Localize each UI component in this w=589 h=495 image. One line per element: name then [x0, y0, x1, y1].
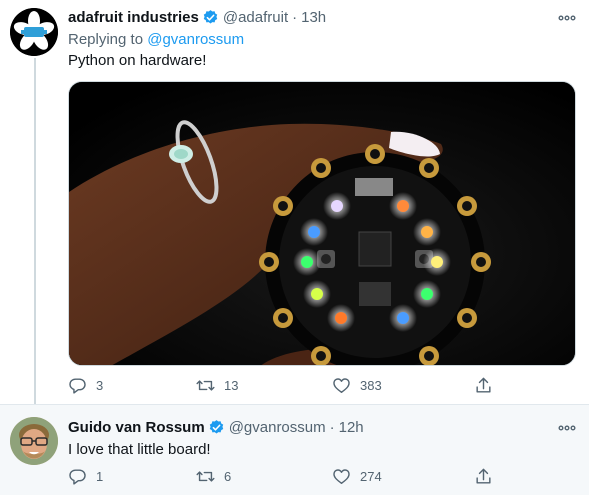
reply-button[interactable]: 1	[68, 467, 103, 486]
tweet-actions: 1 6 274	[68, 467, 491, 487]
more-options-icon[interactable]	[558, 419, 576, 437]
timestamp[interactable]: 13h	[301, 9, 326, 26]
share-icon	[476, 377, 491, 393]
heart-icon	[333, 469, 350, 484]
tweet-adafruit[interactable]: adafruit industries @adafruit · 13h Repl…	[0, 0, 589, 404]
replying-to-line: Replying to @gvanrossum	[68, 31, 244, 48]
tweet-text: I love that little board!	[68, 441, 211, 458]
like-count: 274	[360, 469, 382, 484]
like-button[interactable]: 383	[332, 376, 382, 395]
tweet-header: adafruit industries @adafruit · 13h	[68, 9, 326, 26]
replying-to-mention-link[interactable]: @gvanrossum	[147, 31, 244, 48]
reply-count: 3	[96, 378, 104, 393]
retweet-icon	[196, 471, 215, 482]
adafruit-avatar[interactable]	[10, 8, 58, 56]
separator-dot: ·	[329, 419, 335, 436]
tweet-text: Python on hardware!	[68, 52, 207, 69]
heart-icon	[333, 378, 350, 393]
more-options-icon[interactable]	[558, 9, 576, 27]
gvanrossum-avatar[interactable]	[10, 417, 58, 465]
verified-badge-icon	[203, 10, 218, 24]
timestamp[interactable]: 12h	[339, 419, 364, 436]
retweet-button[interactable]: 13	[196, 376, 238, 395]
verified-badge-icon	[209, 420, 223, 434]
share-icon	[476, 468, 491, 484]
share-button[interactable]	[474, 467, 502, 486]
separator-dot: ·	[292, 9, 298, 26]
user-handle[interactable]: @gvanrossum	[229, 419, 326, 436]
retweet-icon	[196, 380, 215, 391]
reply-button[interactable]: 3	[68, 376, 103, 395]
display-name[interactable]: adafruit industries	[68, 9, 199, 26]
like-button[interactable]: 274	[332, 467, 382, 486]
tweet-media-image[interactable]	[68, 81, 576, 366]
replying-to-label: Replying to	[68, 31, 148, 48]
user-handle[interactable]: @adafruit	[223, 9, 288, 26]
tweet-actions: 3 13 383	[68, 376, 491, 396]
retweet-count: 6	[224, 469, 232, 484]
like-count: 383	[360, 378, 382, 393]
share-button[interactable]	[474, 376, 502, 395]
display-name[interactable]: Guido van Rossum	[68, 419, 205, 436]
tweet-gvanrossum[interactable]: Guido van Rossum @gvanrossum · 12h I lov…	[0, 404, 589, 495]
reply-icon	[69, 378, 86, 394]
tweet-header: Guido van Rossum @gvanrossum · 12h	[68, 419, 364, 436]
retweet-button[interactable]: 6	[196, 467, 231, 486]
retweet-count: 13	[224, 378, 239, 393]
reply-icon	[69, 469, 86, 485]
reply-count: 1	[96, 469, 104, 484]
